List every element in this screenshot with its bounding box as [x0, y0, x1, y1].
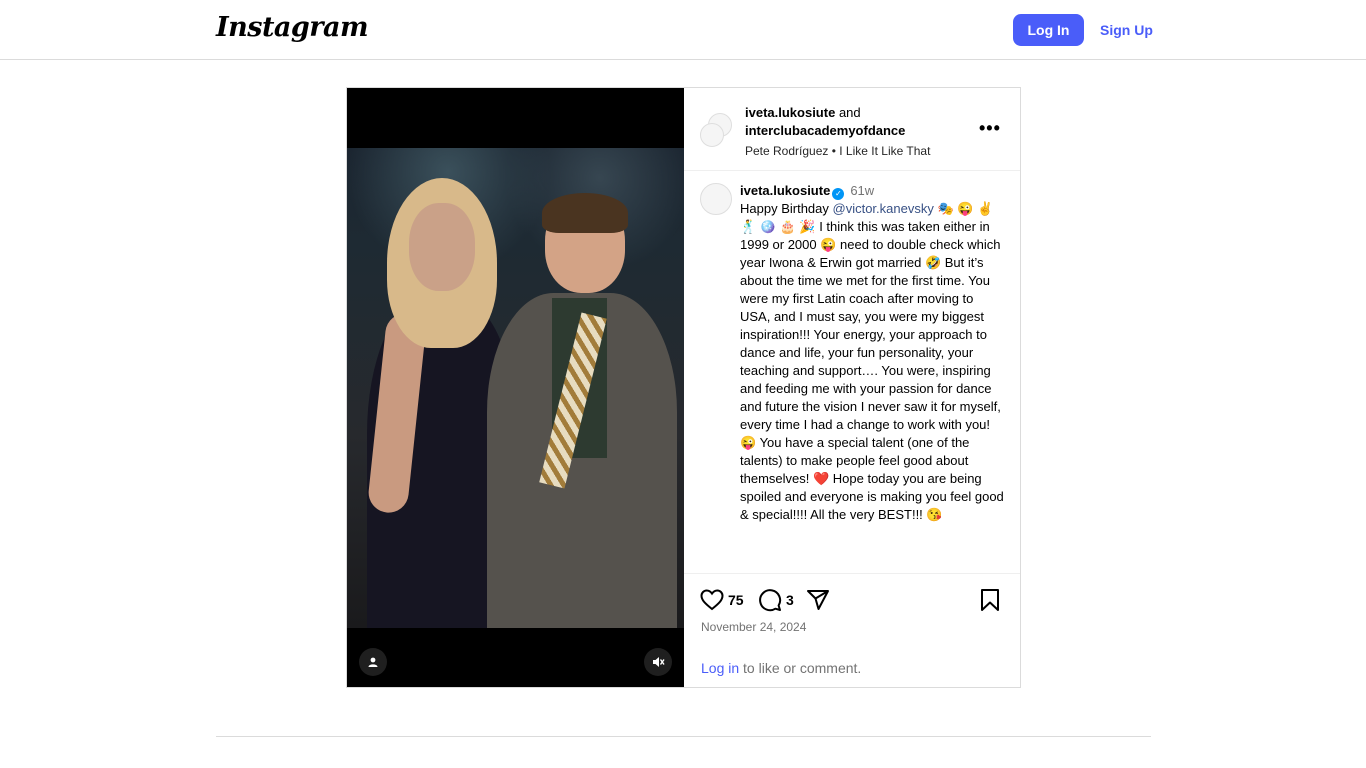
post-authors: iveta.lukosiute and interclubacademyofda…	[745, 104, 975, 160]
comment-count[interactable]: 3	[786, 592, 794, 608]
comment-icon	[759, 589, 782, 612]
collab-avatars[interactable]	[700, 113, 736, 149]
more-options-button[interactable]: •••	[979, 118, 1001, 139]
instagram-logo[interactable]: Instagram	[216, 12, 369, 43]
save-button[interactable]	[980, 586, 1000, 614]
author-username[interactable]: iveta.lukosiute	[745, 105, 835, 120]
paper-plane-icon	[807, 590, 829, 610]
heart-icon	[700, 589, 724, 611]
photo-figure-right-hair	[542, 193, 628, 233]
caption-prefix: Happy Birthday	[740, 201, 833, 216]
muted-speaker-icon	[653, 657, 665, 667]
login-prompt-text: to like or comment.	[739, 660, 862, 676]
caption-timestamp[interactable]: 61w	[850, 183, 874, 198]
like-count[interactable]: 75	[728, 592, 744, 608]
signup-link[interactable]: Sign Up	[1100, 22, 1153, 38]
post-card: iveta.lukosiute and interclubacademyofda…	[346, 87, 1021, 688]
login-link[interactable]: Log in	[701, 660, 739, 676]
post-media[interactable]	[347, 88, 684, 687]
post-header: iveta.lukosiute and interclubacademyofda…	[684, 88, 1020, 171]
avatar[interactable]	[700, 183, 732, 215]
share-button[interactable]	[806, 586, 830, 614]
verified-badge-icon: ✓	[832, 188, 845, 200]
action-bar: 75 3	[684, 586, 1020, 616]
mention-link[interactable]: @victor.kanevsky	[833, 201, 934, 216]
and-text: and	[838, 105, 861, 120]
photo-figure-left-face	[409, 203, 475, 291]
top-nav-bar: Instagram Log In Sign Up	[0, 0, 1366, 60]
login-button[interactable]: Log In	[1013, 14, 1084, 46]
bookmark-icon	[981, 589, 999, 611]
audio-info[interactable]: Pete Rodríguez • I Like It Like That	[745, 142, 975, 160]
user-icon	[368, 657, 378, 667]
comment-button[interactable]: 3	[758, 586, 794, 614]
more-horizontal-icon: •••	[979, 118, 1001, 138]
post-date[interactable]: November 24, 2024	[701, 620, 806, 634]
post-photo	[347, 148, 684, 628]
caption-username[interactable]: iveta.lukosiute	[740, 183, 830, 198]
caption-text: iveta.lukosiute ✓ 61w Happy Birthday @vict…	[740, 182, 1005, 524]
post-sidebar: iveta.lukosiute and interclubacademyofda…	[684, 88, 1020, 687]
login-prompt: Log in to like or comment.	[701, 660, 861, 676]
mute-button[interactable]	[644, 648, 672, 676]
avatar[interactable]	[700, 123, 724, 147]
tagged-users-button[interactable]	[359, 648, 387, 676]
like-button[interactable]: 75	[700, 586, 744, 614]
caption-body: 🎭 😜 ✌️ 🕺 🪩 🎂 🎉 I think this was taken ei…	[740, 201, 1004, 522]
caption-block: iveta.lukosiute ✓ 61w Happy Birthday @vict…	[684, 172, 1020, 574]
footer-divider	[216, 736, 1151, 737]
collaborator-username[interactable]: interclubacademyofdance	[745, 123, 905, 138]
